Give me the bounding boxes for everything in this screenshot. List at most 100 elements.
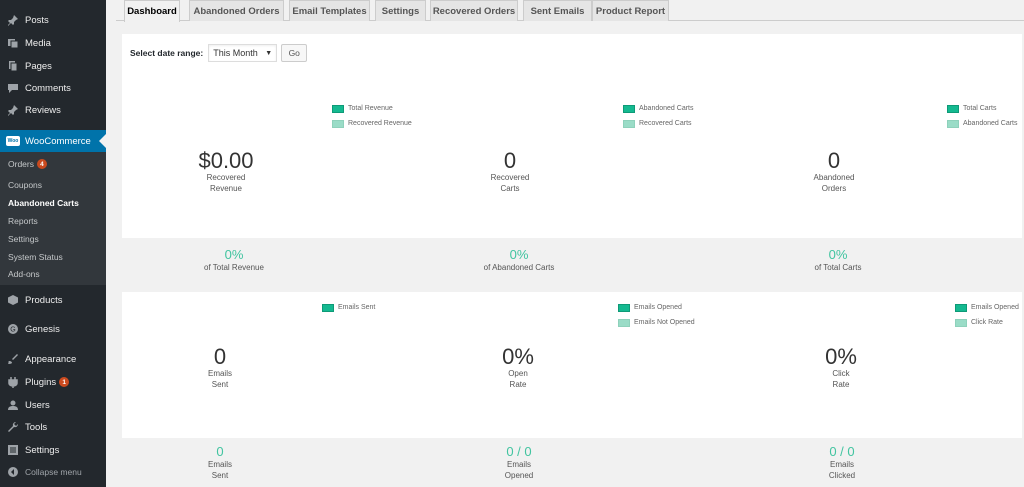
- tab-recovered-orders[interactable]: Recovered Orders: [430, 0, 518, 21]
- submenu-label: Orders: [8, 159, 34, 169]
- menu-item-media[interactable]: Media: [0, 32, 106, 54]
- submenu-item-add-ons[interactable]: Add-ons: [8, 269, 40, 279]
- percentage-value: 0%: [224, 247, 244, 262]
- cart-stats-panel: [122, 34, 1022, 238]
- svg-text:G: G: [10, 327, 15, 334]
- orders-count-badge: 4: [36, 159, 47, 169]
- legend-label: Total Revenue: [348, 105, 393, 112]
- total-label: Clicked: [828, 471, 856, 480]
- submenu-item-orders[interactable]: Orders 4: [8, 159, 47, 169]
- menu-item-settings[interactable]: Settings: [0, 439, 106, 461]
- menu-item-comments[interactable]: Comments: [0, 77, 106, 99]
- percentage-value: 0%: [828, 247, 848, 262]
- menu-item-pages[interactable]: Pages: [0, 55, 106, 77]
- tab-sent-emails[interactable]: Sent Emails: [523, 0, 592, 21]
- admin-sidebar: Posts Media Pages Comments Reviews Woo W…: [0, 0, 106, 487]
- tab-label: Recovered Orders: [432, 5, 516, 17]
- percentage-label: of Abandoned Carts: [483, 263, 555, 272]
- legend-item: Abandoned Carts: [623, 101, 693, 116]
- date-range-select[interactable]: This Month ▼: [208, 44, 278, 62]
- menu-label: Pages: [25, 60, 52, 72]
- legend-label: Emails Opened: [971, 304, 1019, 311]
- tab-dashboard[interactable]: Dashboard: [124, 0, 180, 22]
- woocommerce-icon: Woo: [6, 136, 20, 146]
- submenu-item-reports[interactable]: Reports: [8, 216, 38, 226]
- stat-label: Revenue: [209, 184, 243, 193]
- legend-swatch: [955, 318, 967, 327]
- total-value: 0 / 0: [829, 444, 855, 459]
- menu-item-users[interactable]: Users: [0, 394, 106, 416]
- submenu-label: System Status: [8, 252, 63, 262]
- submenu-label: Add-ons: [8, 269, 40, 279]
- submenu-item-settings[interactable]: Settings: [8, 234, 39, 244]
- menu-label: Reviews: [25, 104, 61, 116]
- legend-label: Abandoned Carts: [963, 120, 1018, 127]
- legend-label: Emails Sent: [338, 304, 376, 311]
- legend-label: Total Carts: [963, 105, 997, 112]
- legend-item: Abandoned Carts: [947, 116, 1017, 131]
- menu-label: Settings: [25, 444, 60, 456]
- legend-swatch: [955, 303, 967, 312]
- legend-swatch: [332, 119, 344, 128]
- menu-item-posts[interactable]: Posts: [0, 9, 106, 31]
- tab-label: Abandoned Orders: [193, 5, 280, 17]
- open-rate-stat: 0% Open Rate: [468, 346, 568, 390]
- total-value: 0 / 0: [506, 444, 532, 459]
- menu-item-woocommerce[interactable]: Woo WooCommerce: [0, 130, 106, 152]
- tab-abandoned-orders[interactable]: Abandoned Orders: [189, 0, 284, 21]
- user-icon: [6, 398, 20, 412]
- total-carts-percentage: 0% of Total Carts: [788, 247, 888, 273]
- stat-label: Orders: [821, 184, 847, 193]
- legend-label: Click Rate: [971, 319, 1003, 326]
- pages-icon: [6, 59, 20, 73]
- emails-sent-legend: Emails Sent: [322, 300, 375, 315]
- menu-label: Appearance: [25, 353, 77, 365]
- carts-percentage: 0% of Abandoned Carts: [466, 247, 572, 273]
- wrench-icon: [6, 420, 20, 434]
- legend-label: Abandoned Carts: [639, 105, 694, 112]
- menu-item-genesis[interactable]: G Genesis: [0, 318, 106, 340]
- submenu-label: Coupons: [8, 180, 43, 190]
- emails-sent-stat: 0 Emails Sent: [170, 346, 270, 390]
- go-button[interactable]: Go: [281, 44, 308, 62]
- stat-label: Rate: [832, 380, 850, 389]
- legend-label: Emails Not Opened: [634, 319, 695, 326]
- submenu-item-coupons[interactable]: Coupons: [8, 180, 42, 190]
- submenu-item-system-status[interactable]: System Status: [8, 252, 63, 262]
- tab-settings[interactable]: Settings: [375, 0, 426, 21]
- stat-label: Recovered: [490, 173, 530, 182]
- tab-bar: Dashboard Abandoned Orders Email Templat…: [116, 0, 1024, 22]
- legend-swatch: [947, 119, 959, 128]
- tab-product-report[interactable]: Product Report: [592, 0, 669, 21]
- recovered-revenue-stat: $0.00 Recovered Revenue: [176, 150, 276, 194]
- menu-item-reviews[interactable]: Reviews: [0, 99, 106, 121]
- menu-item-appearance[interactable]: Appearance: [0, 348, 106, 370]
- legend-item: Emails Opened: [955, 300, 1019, 315]
- percentage-label: of Total Revenue: [204, 263, 264, 272]
- media-icon: [6, 36, 20, 50]
- stat-label: Rate: [509, 380, 527, 389]
- submenu-item-abandoned-carts[interactable]: Abandoned Carts: [8, 198, 79, 208]
- menu-item-products[interactable]: Products: [0, 289, 106, 311]
- revenue-legend: Total Revenue Recovered Revenue: [332, 101, 412, 131]
- woocommerce-logo-wrap: Woo: [6, 134, 20, 148]
- menu-item-plugins[interactable]: Plugins 1: [0, 371, 106, 393]
- dropdown-arrow-icon: ▼: [265, 49, 273, 57]
- total-label: Opened: [504, 471, 534, 480]
- collapse-menu-button[interactable]: Collapse menu: [0, 461, 106, 483]
- total-label: Emails: [506, 460, 531, 469]
- stat-value: 0: [213, 344, 227, 369]
- orders-legend: Total Carts Abandoned Carts: [947, 101, 1017, 131]
- stat-value: 0: [503, 148, 517, 173]
- plugin-icon: [6, 375, 20, 389]
- plugins-update-badge: 1: [59, 377, 70, 387]
- tab-label: Settings: [381, 5, 420, 17]
- legend-item: Emails Not Opened: [618, 315, 695, 330]
- carts-legend: Abandoned Carts Recovered Carts: [623, 101, 693, 131]
- menu-label: Users: [25, 399, 50, 411]
- legend-swatch: [322, 303, 334, 312]
- menu-item-tools[interactable]: Tools: [0, 416, 106, 438]
- tab-email-templates[interactable]: Email Templates: [289, 0, 370, 21]
- stat-value: 0%: [825, 344, 857, 369]
- pin-icon: [6, 103, 20, 117]
